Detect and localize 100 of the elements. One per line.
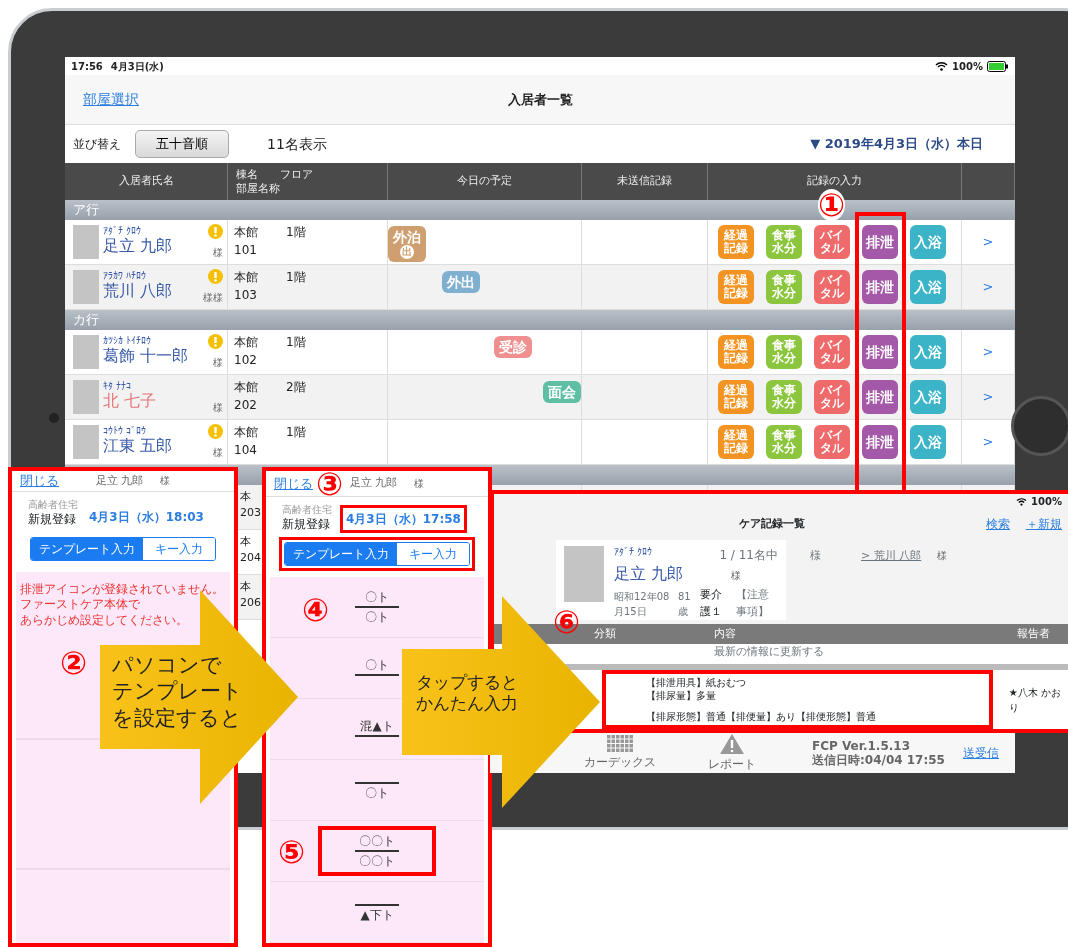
record-button[interactable]: 食事水分 bbox=[766, 335, 802, 369]
callout-text: パソコンで bbox=[112, 652, 223, 679]
battery-icon bbox=[987, 60, 1009, 72]
step-number: ③ bbox=[316, 468, 344, 500]
record-button[interactable]: 排泄 bbox=[862, 380, 898, 414]
record-button[interactable]: 入浴 bbox=[910, 225, 946, 259]
detail-link[interactable]: > bbox=[982, 387, 994, 407]
building-name: 本 bbox=[240, 489, 251, 505]
sync-link[interactable]: 送受信 bbox=[963, 744, 999, 762]
facility-label: 高齢者住宅 bbox=[282, 505, 332, 515]
record-button[interactable]: バイタル bbox=[814, 425, 850, 459]
record-button[interactable]: バイタル bbox=[814, 380, 850, 414]
resident-name[interactable]: 葛飾 十一郎 bbox=[103, 346, 189, 366]
resident-name[interactable]: 江東 五郎 bbox=[103, 436, 173, 456]
mode-tab[interactable]: テンプレート入力 bbox=[285, 543, 397, 565]
sent-time: 送信日時:04/04 17:55 bbox=[812, 753, 945, 768]
detail-link[interactable]: > bbox=[982, 342, 994, 362]
record-button[interactable]: 経過記録 bbox=[718, 225, 754, 259]
photo-placeholder bbox=[73, 380, 99, 414]
resident-name[interactable]: 足立 九郎 bbox=[103, 236, 173, 256]
date-selector[interactable]: ▼ 2019年4月3日（水）本日 bbox=[810, 134, 983, 154]
record-button[interactable]: 排泄 bbox=[862, 335, 898, 369]
record-button[interactable]: 食事水分 bbox=[766, 425, 802, 459]
template-button[interactable]: 〇ト 〇ト bbox=[350, 582, 404, 632]
record-button[interactable]: バイタル bbox=[814, 335, 850, 369]
record-button[interactable]: バイタル bbox=[814, 225, 850, 259]
column-header: 今日の予定 bbox=[457, 173, 512, 190]
resident-position: 1 / 11名中 bbox=[719, 547, 778, 564]
detail-link[interactable]: > bbox=[982, 232, 994, 252]
sort-button[interactable]: 五十音順 bbox=[135, 130, 229, 158]
template-button[interactable]: 〇〇ト 〇〇ト bbox=[318, 826, 436, 876]
schedule-badge[interactable]: 外泊 出 bbox=[388, 226, 427, 263]
column-header: 棟名 フロア bbox=[236, 168, 313, 182]
record-button[interactable]: 排泄 bbox=[862, 425, 898, 459]
honorific: 様 bbox=[213, 356, 223, 370]
record-button[interactable]: 食事水分 bbox=[766, 270, 802, 304]
detail-link[interactable]: > bbox=[982, 277, 994, 297]
age-label: 81歳 bbox=[677, 589, 692, 619]
battery-level: 100% bbox=[952, 59, 983, 74]
record-button[interactable]: 入浴 bbox=[910, 425, 946, 459]
next-resident-link[interactable]: > 荒川 八郎 bbox=[861, 548, 922, 620]
column-header: 記録の入力 bbox=[807, 173, 862, 190]
record-button[interactable]: 入浴 bbox=[910, 335, 946, 369]
honorific: 様 bbox=[213, 246, 223, 260]
column-header: 入居者氏名 bbox=[118, 173, 174, 190]
record-button[interactable]: 排泄 bbox=[862, 225, 898, 259]
record-datetime[interactable]: 4月3日（水）17:58 bbox=[340, 505, 467, 533]
template-button[interactable]: 〇ト bbox=[350, 765, 404, 815]
header-link[interactable]: 検索 bbox=[986, 515, 1010, 533]
resident-name: 足立 九郎 bbox=[96, 472, 144, 489]
notes-link[interactable]: 【注意事項】 bbox=[736, 587, 778, 621]
callout-text: テンプレート bbox=[112, 678, 243, 705]
mode-tab[interactable]: テンプレート入力 bbox=[31, 537, 143, 560]
screen-title: 入居者一覧 bbox=[507, 90, 573, 109]
refresh-link[interactable]: 最新の情報に更新する bbox=[714, 645, 824, 658]
record-button[interactable]: 経過記録 bbox=[718, 380, 754, 414]
home-button[interactable] bbox=[1011, 396, 1068, 456]
floor-label: 2階 bbox=[286, 379, 307, 396]
column-header: 内容 bbox=[714, 625, 736, 642]
record-button[interactable]: 経過記録 bbox=[718, 270, 754, 304]
record-button[interactable]: 食事水分 bbox=[766, 380, 802, 414]
close-link[interactable]: 閉じる bbox=[20, 471, 59, 491]
record-button[interactable]: 食事水分 bbox=[766, 225, 802, 259]
honorific: 様 bbox=[810, 548, 821, 564]
detail-link[interactable]: > bbox=[982, 432, 994, 452]
record-button[interactable]: バイタル bbox=[814, 270, 850, 304]
name-reading: ｱﾀﾞﾁ ｸﾛｳ bbox=[103, 225, 143, 236]
column-header: 報告者 bbox=[1017, 625, 1050, 642]
toolbar-tab[interactable]: カーデックス bbox=[578, 734, 662, 772]
header-link[interactable]: ＋新規 bbox=[1026, 515, 1062, 533]
schedule-badge[interactable]: 面会 bbox=[542, 381, 581, 404]
honorific: 様 bbox=[213, 401, 223, 415]
resident-name[interactable]: 荒川 八郎 bbox=[103, 281, 173, 301]
entry-text: 【排尿量】多量 bbox=[646, 689, 717, 702]
name-reading: ｷﾀ ﾅﾅｺ bbox=[103, 380, 133, 391]
column-header: 未送信記録 bbox=[617, 173, 672, 190]
record-button[interactable]: 入浴 bbox=[910, 270, 946, 304]
reporter-name: ★八木 かおり bbox=[1008, 685, 1062, 715]
building-name: 本館 bbox=[234, 269, 259, 286]
status-date: 4月3日(水) bbox=[110, 59, 164, 74]
toolbar-tab[interactable]: レポート bbox=[702, 732, 762, 774]
name-reading: ｺｳﾄｳ ｺﾞﾛｳ bbox=[103, 425, 148, 436]
honorific: 様 bbox=[731, 569, 742, 584]
resident-name[interactable]: 北 七子 bbox=[103, 391, 157, 411]
close-link[interactable]: 閉じる bbox=[274, 473, 313, 494]
record-datetime[interactable]: 4月3日（水）18:03 bbox=[86, 505, 207, 528]
record-button[interactable]: 排泄 bbox=[862, 270, 898, 304]
record-button[interactable]: 経過記録 bbox=[718, 425, 754, 459]
battery-level: 100% bbox=[1031, 494, 1062, 509]
record-button[interactable]: 入浴 bbox=[910, 380, 946, 414]
warning-message: あらかじめ設定してください。 bbox=[20, 612, 189, 629]
schedule-badge[interactable]: 受診 bbox=[494, 336, 533, 359]
building-name: 本館 bbox=[234, 424, 259, 441]
building-name: 本館 bbox=[234, 224, 259, 241]
template-button[interactable]: ▲下ト bbox=[350, 887, 404, 937]
record-button[interactable]: 経過記録 bbox=[718, 335, 754, 369]
record-entry[interactable]: 【排泄用具】紙おむつ 【排尿量】多量 【排尿形態】普通【排便量】あり【排便形態】普通 bbox=[602, 670, 993, 729]
schedule-badge[interactable]: 外出 bbox=[442, 271, 481, 294]
room-select-link[interactable]: 部屋選択 bbox=[83, 89, 139, 110]
resident-name: 足立 九郎 bbox=[350, 475, 398, 492]
